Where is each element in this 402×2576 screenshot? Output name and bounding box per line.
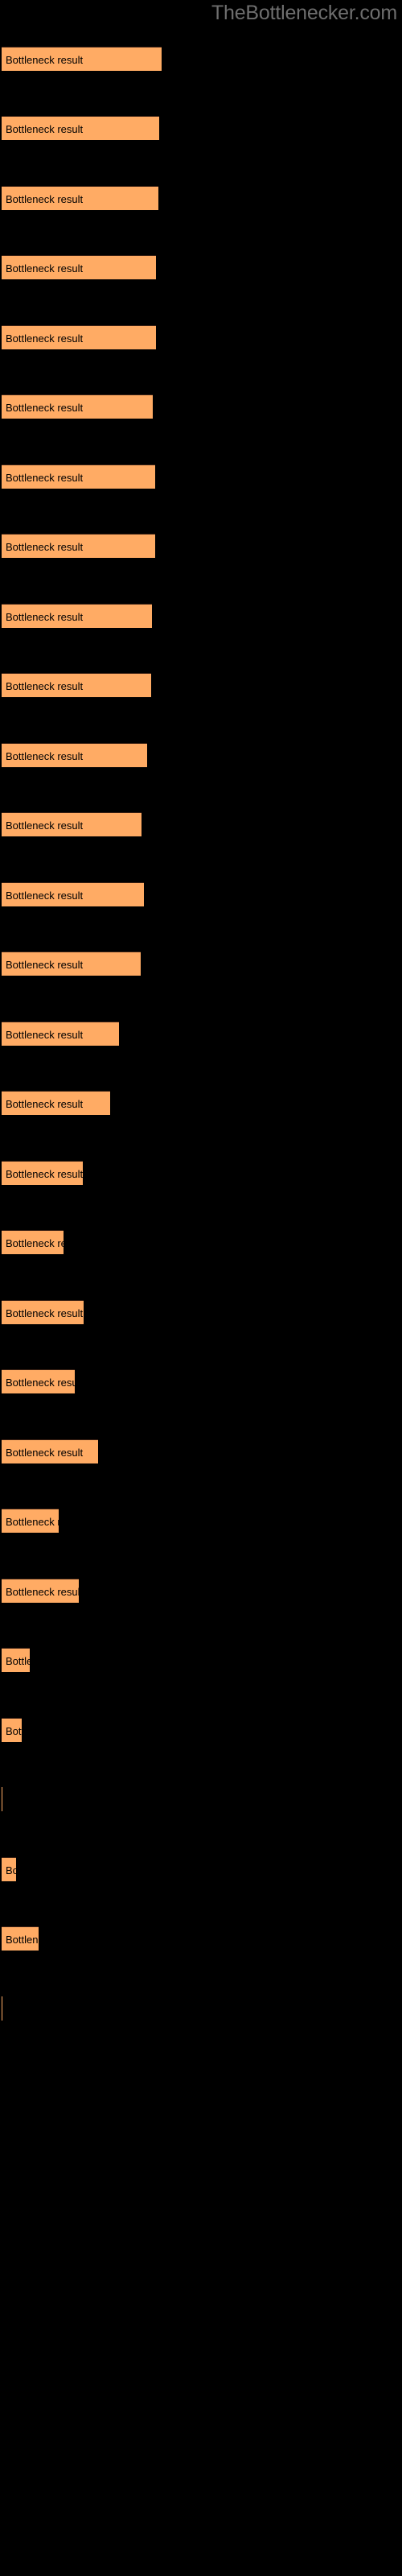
- bar-label: Bottleneck result: [6, 611, 84, 623]
- bar[interactable]: Bottleneck result: [2, 812, 142, 836]
- bar-row[interactable]: Bottleneck result: [0, 534, 402, 558]
- bar[interactable]: Bottleneck result: [2, 464, 155, 489]
- bar-label: Bottleneck result: [6, 1516, 59, 1528]
- bar[interactable]: Bottleneck result: [2, 1022, 119, 1046]
- bar[interactable]: Bottleneck result: [2, 1579, 79, 1603]
- bar-row[interactable]: Bottleneck result: [0, 1787, 402, 1811]
- bar-label: Bottleneck result: [6, 262, 84, 275]
- bar-row[interactable]: Bottleneck result: [0, 1022, 402, 1046]
- bar-label: Bottleneck result: [6, 1098, 84, 1110]
- bar-row[interactable]: Bottleneck result: [0, 186, 402, 210]
- bar[interactable]: Bottleneck result: [2, 1926, 39, 1951]
- bar-label: Bottleneck result: [6, 1029, 84, 1041]
- bar-row[interactable]: Bottleneck result: [0, 1161, 402, 1185]
- bar-row[interactable]: Bottleneck result: [0, 952, 402, 976]
- bar-row[interactable]: Bottleneck result: [0, 1369, 402, 1393]
- bar-row[interactable]: Bottleneck result: [0, 812, 402, 836]
- bar-row[interactable]: Bottleneck result: [0, 1579, 402, 1603]
- bar-row[interactable]: Bottleneck result: [0, 464, 402, 489]
- bar[interactable]: Bottleneck result: [2, 1857, 16, 1881]
- bar[interactable]: Bottleneck result: [2, 1439, 98, 1463]
- bar-label: Bottleneck result: [6, 1864, 16, 1876]
- bottleneck-bar-chart: TheBottlenecker.com Bottleneck result Bot…: [0, 0, 402, 2576]
- bar-label: Bottleneck result: [6, 1725, 22, 1737]
- bar-row[interactable]: Bottleneck result: [0, 1300, 402, 1324]
- bar[interactable]: Bottleneck result: [2, 1369, 75, 1393]
- bar-row[interactable]: Bottleneck result: [0, 1091, 402, 1115]
- bar[interactable]: Bottleneck result: [2, 1091, 110, 1115]
- bar-label: Bottleneck result: [6, 1168, 83, 1180]
- bar-row[interactable]: Bottleneck result: [0, 116, 402, 140]
- bar-label: Bottleneck result: [6, 819, 84, 832]
- bar-row[interactable]: Bottleneck result: [0, 1648, 402, 1672]
- bar-row[interactable]: Bottleneck result: [0, 2066, 402, 2090]
- bar[interactable]: Bottleneck result: [2, 1648, 30, 1672]
- bar-label: Bottleneck result: [6, 472, 84, 484]
- bar-row[interactable]: Bottleneck result: [0, 1926, 402, 1951]
- bar[interactable]: Bottleneck result: [2, 325, 156, 349]
- bar-label: Bottleneck result: [6, 1934, 39, 1946]
- bar[interactable]: Bottleneck result: [2, 882, 144, 906]
- bar[interactable]: Bottleneck result: [2, 394, 153, 419]
- bar-row[interactable]: Bottleneck result: [0, 673, 402, 697]
- bar-row[interactable]: Bottleneck result: [0, 325, 402, 349]
- bar-label: Bottleneck result: [6, 750, 84, 762]
- bar-label: Bottleneck result: [6, 54, 84, 66]
- bar[interactable]: Bottleneck result: [2, 743, 147, 767]
- bar-row[interactable]: Bottleneck result: [0, 1718, 402, 1742]
- bar[interactable]: Bottleneck result: [2, 534, 155, 558]
- bar-label: Bottleneck result: [6, 1307, 84, 1319]
- bar-label: Bottleneck result: [6, 332, 84, 345]
- bar[interactable]: Bottleneck result: [2, 1718, 22, 1742]
- bar[interactable]: Bottleneck result: [2, 1509, 59, 1533]
- bar-row[interactable]: Bottleneck result: [0, 882, 402, 906]
- bar[interactable]: Bottleneck result: [2, 1300, 84, 1324]
- bar[interactable]: Bottleneck result: [2, 116, 159, 140]
- bar[interactable]: Bottleneck result: [2, 1230, 64, 1254]
- bar[interactable]: Bottleneck result: [2, 673, 151, 697]
- bar-row[interactable]: Bottleneck result: [0, 394, 402, 419]
- bar-label: Bottleneck result: [6, 1655, 30, 1667]
- bar-row[interactable]: Bottleneck result: [0, 255, 402, 279]
- bar[interactable]: Bottleneck result: [2, 186, 158, 210]
- bar-row[interactable]: Bottleneck result: [0, 1439, 402, 1463]
- bar[interactable]: Bottleneck result: [2, 604, 152, 628]
- bar-label: Bottleneck result: [6, 1586, 79, 1598]
- bar-row[interactable]: Bottleneck result: [0, 1230, 402, 1254]
- bar-label: Bottleneck result: [6, 402, 84, 414]
- site-watermark: TheBottlenecker.com: [211, 2, 397, 24]
- bar-label: Bottleneck result: [6, 193, 84, 205]
- bar-row[interactable]: Bottleneck result: [0, 604, 402, 628]
- bar-label: Bottleneck result: [6, 1447, 84, 1459]
- bar-row[interactable]: Bottleneck result: [0, 47, 402, 71]
- bar-label: Bottleneck result: [6, 890, 84, 902]
- bar-label: Bottleneck result: [6, 1237, 64, 1249]
- bar-label: Bottleneck result: [6, 541, 84, 553]
- bar[interactable]: Bottleneck result: [2, 952, 141, 976]
- bar-row[interactable]: Bottleneck result: [0, 1996, 402, 2021]
- bar-label: Bottleneck result: [6, 1377, 75, 1389]
- bar[interactable]: Bottleneck result: [2, 47, 162, 71]
- bar-row[interactable]: Bottleneck result: [0, 1857, 402, 1881]
- bar-row[interactable]: Bottleneck result: [0, 1509, 402, 1533]
- bar-label: Bottleneck result: [6, 680, 84, 692]
- bar[interactable]: Bottleneck result: [2, 255, 156, 279]
- bar[interactable]: Bottleneck result: [2, 1161, 83, 1185]
- bar-label: Bottleneck result: [6, 959, 84, 971]
- bar-row[interactable]: Bottleneck result: [0, 743, 402, 767]
- bar-label: Bottleneck result: [6, 123, 84, 135]
